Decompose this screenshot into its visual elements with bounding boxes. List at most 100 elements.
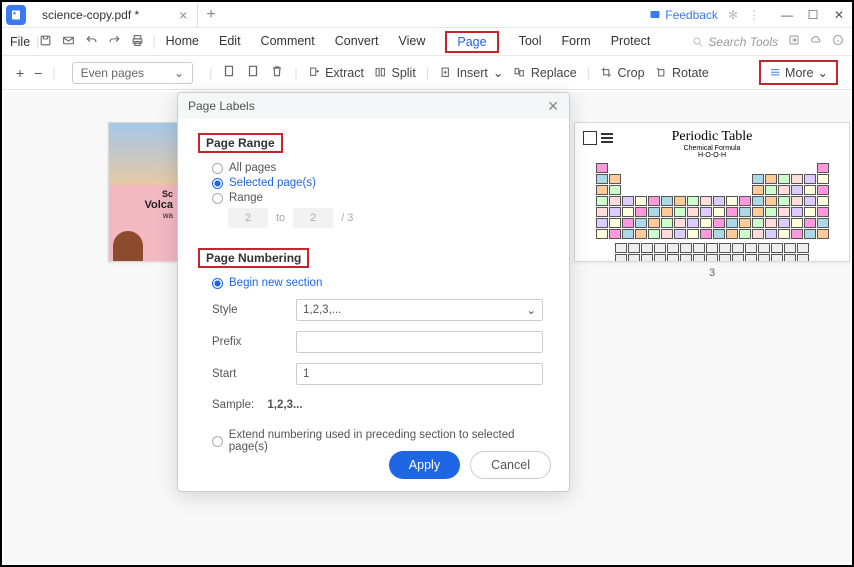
radio-begin-section[interactable]: Begin new section: [212, 277, 549, 289]
menu-form[interactable]: Form: [562, 31, 591, 53]
radio-label: All pages: [229, 162, 276, 174]
chevron-down-icon: ⌄: [526, 303, 536, 317]
start-input[interactable]: 1: [296, 363, 543, 385]
main-menu: Home Edit Comment Convert View Page Tool…: [166, 31, 651, 53]
settings-icon[interactable]: ✻: [728, 8, 738, 22]
tab-add-icon[interactable]: +: [206, 6, 215, 24]
page-range-heading: Page Range: [198, 133, 283, 153]
apply-button[interactable]: Apply: [389, 451, 460, 479]
radio-label: Begin new section: [229, 277, 322, 289]
replace-label: Replace: [531, 66, 577, 80]
more-button[interactable]: More ⌄: [759, 60, 838, 85]
file-menu[interactable]: File: [10, 35, 30, 49]
redo-icon[interactable]: [108, 34, 121, 50]
maximize-icon[interactable]: ☐: [804, 8, 822, 22]
chevron-down-icon: ⌄: [174, 66, 184, 80]
tab-close-icon[interactable]: ×: [179, 7, 187, 23]
menu-page[interactable]: Page: [445, 31, 498, 53]
page-labels-dialog: Page Labels ✕ Page Range All pages Selec…: [177, 92, 570, 492]
menu-home[interactable]: Home: [166, 31, 199, 53]
split-label: Split: [391, 66, 415, 80]
page-toolbar: + − | Even pages ⌄ | | Extract Split | I…: [2, 56, 852, 90]
insert-button[interactable]: Insert ⌄: [439, 65, 503, 80]
minimize-icon[interactable]: —: [778, 8, 796, 22]
document-tab[interactable]: science-copy.pdf * ×: [32, 3, 198, 27]
page-left-icon[interactable]: [222, 64, 236, 81]
menubar: File | | Home Edit Comment Convert View …: [2, 28, 852, 56]
apply-label: Apply: [409, 458, 440, 472]
insert-label: Insert: [457, 66, 488, 80]
split-button[interactable]: Split: [374, 66, 416, 80]
sample-label: Sample:: [212, 399, 254, 411]
zoom-in-icon[interactable]: +: [16, 65, 24, 81]
close-icon[interactable]: ✕: [830, 8, 848, 22]
chevron-down-icon: ⌄: [818, 65, 828, 80]
thumb-text: wa: [113, 211, 173, 220]
save-icon[interactable]: [39, 34, 52, 50]
kebab-icon[interactable]: ⋮: [748, 8, 760, 22]
periodic-title: Periodic Table: [581, 129, 843, 145]
menu-convert[interactable]: Convert: [335, 31, 379, 53]
zoom-out-icon[interactable]: −: [34, 65, 42, 81]
rotate-label: Rotate: [672, 66, 709, 80]
radio-label: Extend numbering used in preceding secti…: [229, 429, 549, 453]
radio-label: Selected page(s): [229, 177, 316, 189]
delete-icon[interactable]: [270, 64, 284, 81]
radio-icon: [212, 278, 223, 289]
page-filter-dropdown[interactable]: Even pages ⌄: [72, 62, 193, 84]
cloud-icon[interactable]: [810, 34, 822, 49]
info-icon[interactable]: [832, 34, 844, 49]
menu-edit[interactable]: Edit: [219, 31, 241, 53]
range-to-input[interactable]: 2: [293, 208, 333, 228]
radio-selected-pages[interactable]: Selected page(s): [212, 177, 549, 189]
replace-button[interactable]: Replace: [513, 66, 576, 80]
periodic-formula: H-O-O-H: [581, 152, 843, 159]
radio-all-pages[interactable]: All pages: [212, 162, 549, 174]
titlebar: science-copy.pdf * × + Feedback ✻ ⋮ — ☐ …: [2, 2, 852, 28]
radio-icon: [212, 436, 223, 447]
mail-icon[interactable]: [62, 34, 75, 50]
menu-protect[interactable]: Protect: [611, 31, 651, 53]
cancel-button[interactable]: Cancel: [470, 451, 551, 479]
range-to-label: to: [276, 212, 285, 224]
menu-view[interactable]: View: [399, 31, 426, 53]
style-select[interactable]: 1,2,3,... ⌄: [296, 299, 543, 321]
radio-icon: [212, 178, 223, 189]
page-number-label: 3: [574, 267, 850, 279]
extract-label: Extract: [325, 66, 364, 80]
range-total: / 3: [341, 212, 353, 224]
crop-button[interactable]: Crop: [600, 66, 645, 80]
thumb-text: Volca: [113, 199, 173, 211]
search-tools[interactable]: Search Tools: [692, 35, 778, 49]
range-from-input[interactable]: 2: [228, 208, 268, 228]
print-icon[interactable]: [131, 34, 144, 50]
more-label: More: [785, 66, 813, 80]
extract-button[interactable]: Extract: [308, 66, 364, 80]
style-value: 1,2,3,...: [303, 304, 341, 316]
radio-range[interactable]: Range: [212, 192, 549, 204]
undo-icon[interactable]: [85, 34, 98, 50]
periodic-grid: [581, 163, 843, 262]
rotate-button[interactable]: Rotate: [655, 66, 709, 80]
menu-comment[interactable]: Comment: [261, 31, 315, 53]
radio-label: Range: [229, 192, 263, 204]
prefix-input[interactable]: [296, 331, 543, 353]
dialog-titlebar[interactable]: Page Labels ✕: [178, 93, 569, 119]
search-placeholder: Search Tools: [708, 35, 778, 49]
page-filter-value: Even pages: [81, 66, 144, 80]
app-icon: [6, 5, 26, 25]
thumb-text: Sc: [113, 189, 173, 199]
feedback-button[interactable]: Feedback: [649, 8, 718, 22]
radio-extend-numbering[interactable]: Extend numbering used in preceding secti…: [212, 429, 549, 453]
dialog-close-icon[interactable]: ✕: [547, 98, 559, 115]
page-right-icon[interactable]: [246, 64, 260, 81]
menu-tool[interactable]: Tool: [519, 31, 542, 53]
share-icon[interactable]: [788, 34, 800, 49]
page-thumbnail-2[interactable]: Sc Volca wa: [108, 122, 178, 262]
dialog-title: Page Labels: [188, 99, 255, 113]
page-thumbnail-3[interactable]: Periodic Table Chemical Formula H-O-O-H: [574, 122, 850, 262]
sample-value: 1,2,3...: [267, 399, 302, 411]
crop-label: Crop: [617, 66, 644, 80]
tab-title: science-copy.pdf *: [42, 8, 139, 22]
cancel-label: Cancel: [491, 458, 530, 472]
